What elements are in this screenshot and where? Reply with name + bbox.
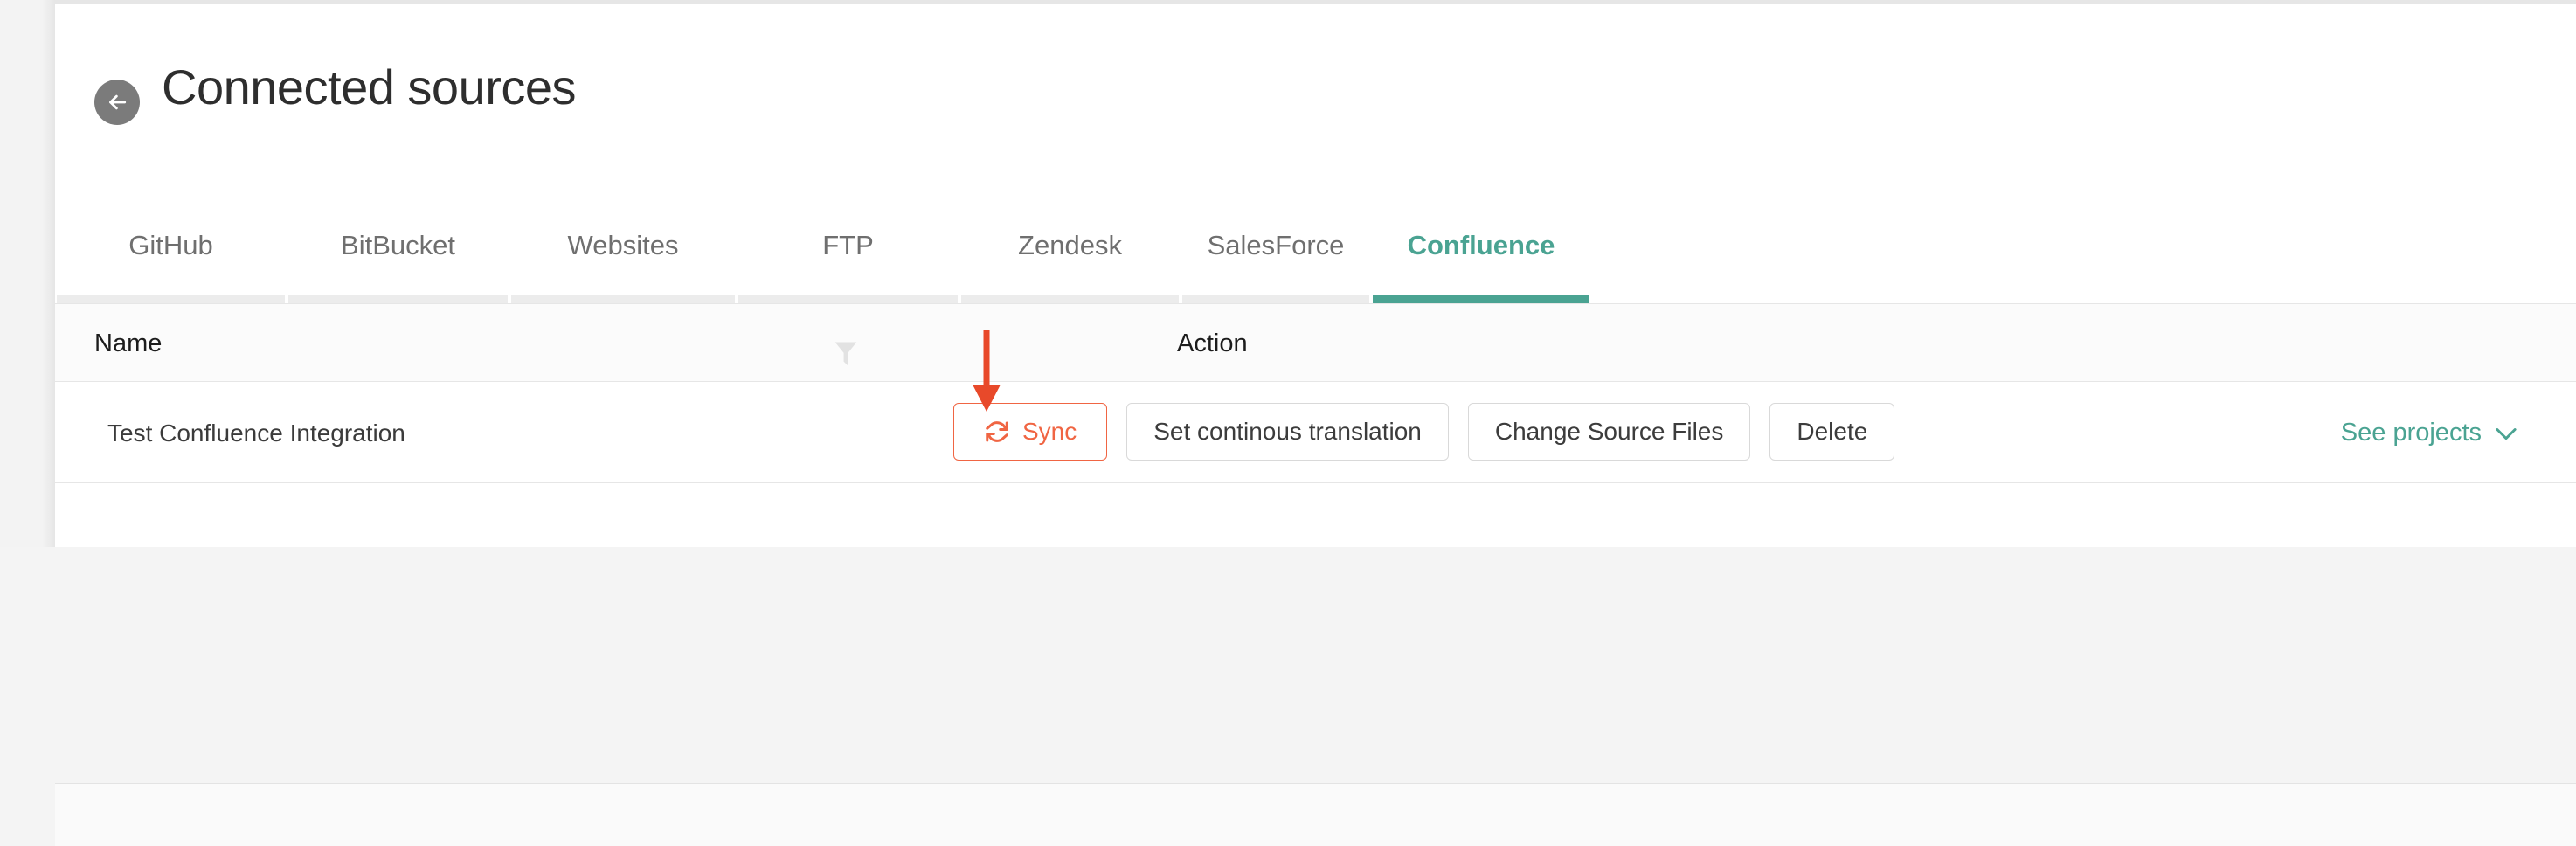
tab-confluence[interactable]: Confluence xyxy=(1371,198,1591,303)
page-title: Connected sources xyxy=(162,59,577,114)
sources-table: Name Action Test Confluence Integration xyxy=(55,303,2576,846)
tab-salesforce[interactable]: SalesForce xyxy=(1181,198,1371,303)
tab-ftp[interactable]: FTP xyxy=(737,198,959,303)
tab-underline-active xyxy=(1373,295,1589,303)
page-header: Connected sources xyxy=(55,4,2576,198)
sync-icon xyxy=(984,419,1010,445)
delete-label: Delete xyxy=(1797,418,1868,445)
sync-button[interactable]: Sync xyxy=(953,403,1108,461)
tab-label: BitBucket xyxy=(341,230,455,260)
delete-button[interactable]: Delete xyxy=(1769,403,1895,461)
table-row: Test Confluence Integration Sync Set con… xyxy=(55,382,2576,483)
app-background: Connected sources GitHub BitBucket Websi… xyxy=(0,0,2576,846)
table-footer-strip xyxy=(55,783,2576,846)
change-source-files-label: Change Source Files xyxy=(1494,418,1724,445)
tab-label: Zendesk xyxy=(1018,230,1122,260)
tab-label: Confluence xyxy=(1407,230,1555,260)
tab-label: Websites xyxy=(567,230,679,260)
filter-icon[interactable] xyxy=(833,340,859,372)
panel-shadow xyxy=(42,0,55,547)
tab-underline xyxy=(511,295,735,303)
tab-underline xyxy=(1182,295,1369,303)
content-panel: Connected sources GitHub BitBucket Websi… xyxy=(55,4,2576,846)
set-continuous-translation-label: Set continous translation xyxy=(1153,418,1422,445)
arrow-left-icon xyxy=(104,89,130,115)
chevron-down-icon xyxy=(2494,426,2518,441)
column-header-name: Name xyxy=(94,329,163,357)
change-source-files-button[interactable]: Change Source Files xyxy=(1467,403,1751,461)
sync-button-label: Sync xyxy=(1022,418,1077,445)
tab-github[interactable]: GitHub xyxy=(55,198,287,303)
tab-label: FTP xyxy=(822,230,874,260)
tab-zendesk[interactable]: Zendesk xyxy=(959,198,1181,303)
see-projects-link[interactable]: See projects xyxy=(2341,419,2518,447)
tab-label: SalesForce xyxy=(1207,230,1345,260)
tab-underline xyxy=(288,295,508,303)
tab-underline xyxy=(961,295,1179,303)
source-tabs: GitHub BitBucket Websites FTP Zendesk Sa… xyxy=(55,198,2576,303)
cell-source-name: Test Confluence Integration xyxy=(107,420,405,447)
tab-underline xyxy=(57,295,285,303)
tab-websites[interactable]: Websites xyxy=(509,198,737,303)
column-header-action: Action xyxy=(1177,329,1248,357)
tab-label: GitHub xyxy=(128,230,213,260)
row-actions: Sync Set continous translation Change So… xyxy=(953,403,1895,461)
table-header-row: Name Action xyxy=(55,303,2576,382)
back-button[interactable] xyxy=(94,80,140,125)
set-continuous-translation-button[interactable]: Set continous translation xyxy=(1126,403,1449,461)
tab-bitbucket[interactable]: BitBucket xyxy=(287,198,509,303)
see-projects-label: See projects xyxy=(2340,419,2482,447)
tab-underline xyxy=(738,295,958,303)
